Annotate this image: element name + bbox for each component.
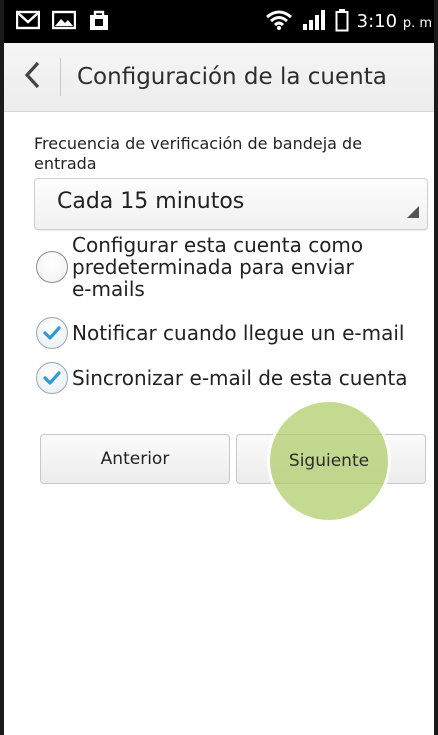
frequency-value: Cada 15 minutos	[57, 189, 245, 214]
option-sync-email[interactable]: Sincronizar e-mail de esta cuenta	[36, 362, 408, 394]
account-settings-form: Frecuencia de verificación de bandeja de…	[4, 112, 434, 735]
checkbox-checked-icon[interactable]	[36, 362, 68, 394]
device-frame-right	[434, 0, 438, 735]
status-time: 3:10 p. m	[356, 11, 432, 32]
previous-button[interactable]: Anterior	[40, 434, 230, 484]
battery-icon	[335, 8, 349, 36]
back-button[interactable]	[4, 43, 60, 111]
option-sync-email-label: Sincronizar e-mail de esta cuenta	[72, 366, 408, 390]
previous-button-label: Anterior	[100, 449, 170, 469]
option-default-account[interactable]: Configurar esta cuenta como predetermina…	[36, 234, 372, 300]
bag-icon	[88, 9, 110, 35]
tap-highlight[interactable]: Siguiente	[270, 402, 388, 520]
option-default-account-label: Configurar esta cuenta como predetermina…	[72, 233, 364, 301]
image-icon	[51, 10, 77, 34]
option-notify-email-label: Notificar cuando llegue un e-mail	[72, 321, 405, 345]
gmail-icon	[15, 10, 41, 34]
frequency-dropdown[interactable]: Cada 15 minutos	[34, 178, 428, 230]
action-bar-divider	[60, 58, 61, 96]
page-title: Configuración de la cuenta	[77, 64, 387, 90]
status-bar: 3:10 p. m	[4, 0, 434, 43]
signal-icon	[301, 9, 327, 35]
wifi-icon	[265, 9, 293, 35]
chevron-left-icon	[23, 61, 41, 93]
action-bar: Configuración de la cuenta	[4, 43, 434, 112]
frequency-label: Frecuencia de verificación de bandeja de…	[34, 134, 363, 173]
next-button-label: Siguiente	[288, 451, 370, 471]
option-notify-email[interactable]: Notificar cuando llegue un e-mail	[36, 317, 404, 349]
checkbox-checked-icon[interactable]	[36, 317, 68, 349]
checkbox-unchecked-icon[interactable]	[36, 251, 68, 283]
dropdown-arrow-icon	[407, 203, 419, 222]
